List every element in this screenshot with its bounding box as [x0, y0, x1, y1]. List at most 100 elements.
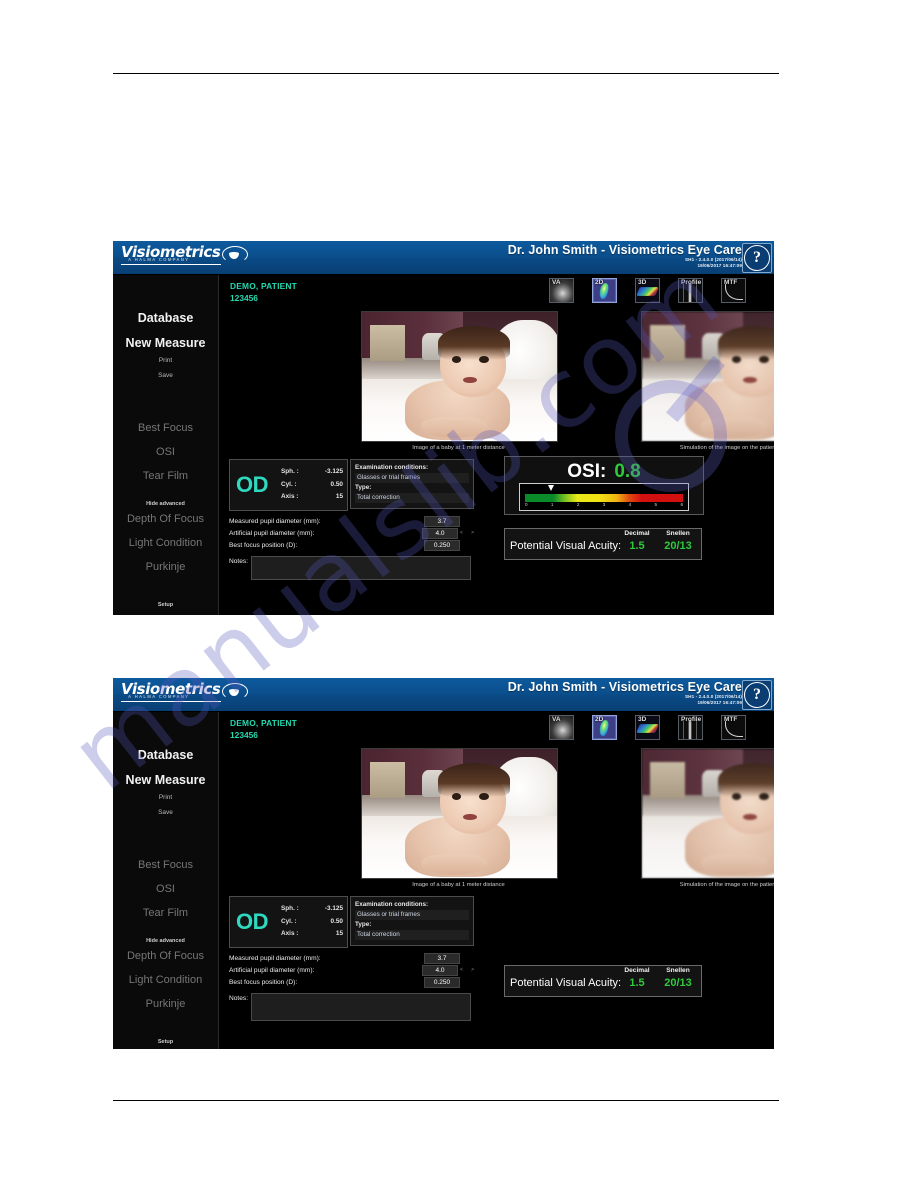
retina-simulation-image	[641, 748, 774, 879]
pva-title: Potential Visual Acuity:	[510, 540, 622, 552]
toolbar-button-3d[interactable]: 3D	[635, 278, 660, 303]
sidebar-item-database[interactable]: Database	[113, 748, 218, 762]
stepper-increase-icon[interactable]: >	[471, 967, 474, 973]
measured-pupil-row: Measured pupil diameter (mm): 3.7	[229, 515, 474, 527]
toolbar-button-va[interactable]: VA	[549, 278, 574, 303]
sidebar-item-purkinje[interactable]: Purkinje	[113, 998, 218, 1010]
sidebar-item-save[interactable]: Save	[113, 372, 218, 379]
mtf-curve-icon	[725, 284, 743, 300]
main-panel: DEMO, PATIENT 123456 VA 2D 3D Profile MT…	[219, 712, 774, 1049]
potential-visual-acuity-panel: Decimal Snellen Potential Visual Acuity:…	[504, 965, 702, 997]
sidebar-item-hide-advanced[interactable]: Hide advanced	[113, 938, 218, 944]
sidebar-item-save[interactable]: Save	[113, 809, 218, 816]
osi-tick: 1	[550, 502, 554, 507]
artificial-pupil-value[interactable]: 4.0	[422, 527, 458, 539]
sidebar-item-new-measure[interactable]: New Measure	[113, 773, 218, 787]
measured-pupil-value: 3.7	[424, 515, 460, 527]
exam-type-value: Total correction	[355, 930, 469, 940]
refraction-values: Sph. : -3.125 Cyl. : 0.50 Axis : 15	[281, 903, 343, 941]
sidebar-item-database[interactable]: Database	[113, 311, 218, 325]
osi-label: OSI:	[567, 461, 607, 482]
twod-label: 2D	[595, 279, 604, 286]
sidebar-item-setup[interactable]: Setup	[113, 602, 218, 608]
question-mark-icon: ?	[744, 682, 770, 708]
retina-simulation-caption: Simulation of the image on the patient's…	[679, 445, 774, 451]
question-mark-icon: ?	[744, 245, 770, 271]
pva-decimal-value: 1.5	[629, 540, 645, 552]
notes-area: Notes:	[229, 993, 472, 1021]
toolbar-button-profile[interactable]: Profile	[678, 715, 703, 740]
axis-value: 15	[335, 493, 343, 500]
toolbar-button-3d[interactable]: 3D	[635, 715, 660, 740]
toolbar-button-profile[interactable]: Profile	[678, 278, 703, 303]
toolbar-button-2d[interactable]: 2D	[592, 278, 617, 303]
patient-header: DEMO, PATIENT 123456	[230, 718, 297, 741]
osi-color-bar	[525, 494, 683, 502]
sidebar-item-print[interactable]: Print	[113, 357, 218, 364]
notes-input[interactable]	[251, 993, 472, 1021]
logo-underline	[121, 701, 221, 702]
eye-refraction-panel: OD Sph. : -3.125 Cyl. : 0.50 Axis : 15	[229, 459, 348, 511]
help-button[interactable]: ?	[742, 680, 772, 710]
sidebar-item-best-focus[interactable]: Best Focus	[113, 422, 218, 434]
stepper-decrease-icon[interactable]: <	[460, 967, 463, 973]
refraction-row: Axis : 15	[281, 491, 343, 504]
artificial-pupil-value[interactable]: 4.0	[422, 964, 458, 976]
sidebar-item-light-condition[interactable]: Light Condition	[113, 537, 218, 549]
stepper-decrease-icon[interactable]: <	[460, 530, 463, 536]
logo-tagline: A HALMA COMPANY	[128, 694, 190, 699]
eye-refraction-panel: OD Sph. : -3.125 Cyl. : 0.50 Axis : 15	[229, 896, 348, 948]
sidebar-item-best-focus[interactable]: Best Focus	[113, 859, 218, 871]
sidebar-item-osi[interactable]: OSI	[113, 446, 218, 458]
sidebar-item-tear-film[interactable]: Tear Film	[113, 907, 218, 919]
stepper-increase-icon[interactable]: >	[471, 530, 474, 536]
screenshot-two: Visiometrics A HALMA COMPANY Dr. John Sm…	[113, 678, 774, 1049]
sidebar-item-print[interactable]: Print	[113, 794, 218, 801]
sidebar-item-setup[interactable]: Setup	[113, 1039, 218, 1045]
sidebar-item-tear-film[interactable]: Tear Film	[113, 470, 218, 482]
best-focus-label: Best focus position (D):	[229, 541, 298, 549]
cylinder-value: 0.50	[330, 480, 343, 488]
osi-tick: 4	[628, 502, 632, 507]
osi-marker-icon	[548, 485, 554, 491]
examination-conditions-panel: Examination conditions: Glasses or trial…	[350, 459, 474, 509]
sidebar-item-new-measure[interactable]: New Measure	[113, 336, 218, 350]
osi-tick: 5	[654, 502, 658, 507]
sidebar-item-light-condition[interactable]: Light Condition	[113, 974, 218, 986]
pva-title: Potential Visual Acuity:	[510, 977, 622, 989]
refraction-row: Sph. : -3.125	[281, 466, 343, 479]
sidebar-item-depth-of-focus[interactable]: Depth Of Focus	[113, 950, 218, 962]
axis-label: Axis :	[281, 493, 299, 500]
toolbar-button-mtf[interactable]: MTF	[721, 278, 746, 303]
sidebar-item-osi[interactable]: OSI	[113, 883, 218, 895]
osi-tick: 3	[602, 502, 606, 507]
sidebar-item-purkinje[interactable]: Purkinje	[113, 561, 218, 573]
artificial-pupil-label: Artificial pupil diameter (mm):	[229, 966, 315, 974]
sidebar-item-depth-of-focus[interactable]: Depth Of Focus	[113, 513, 218, 525]
cylinder-label: Cyl. :	[281, 917, 297, 925]
exam-conditions-heading: Examination conditions:	[355, 901, 429, 908]
patient-name: DEMO, PATIENT	[230, 281, 297, 291]
sidebar-item-hide-advanced[interactable]: Hide advanced	[113, 501, 218, 507]
artificial-pupil-row: Artificial pupil diameter (mm): 4.0 < >	[229, 964, 474, 976]
patient-header: DEMO, PATIENT 123456	[230, 281, 297, 304]
baby-photo-original	[362, 749, 557, 878]
measurement-rows: Measured pupil diameter (mm): 3.7 Artifi…	[229, 515, 474, 551]
toolbar-button-va[interactable]: VA	[549, 715, 574, 740]
notes-area: Notes:	[229, 556, 472, 580]
mtf-curve-icon	[725, 721, 743, 737]
toolbar-button-mtf[interactable]: MTF	[721, 715, 746, 740]
artificial-pupil-row: Artificial pupil diameter (mm): 4.0 < >	[229, 527, 474, 539]
artificial-pupil-stepper[interactable]: < >	[458, 967, 474, 973]
notes-input[interactable]	[251, 556, 472, 580]
artificial-pupil-stepper[interactable]: < >	[458, 530, 474, 536]
refraction-row: Axis : 15	[281, 928, 343, 941]
exam-conditions-value: Glasses or trial frames	[355, 910, 469, 920]
toolbar-button-2d[interactable]: 2D	[592, 715, 617, 740]
refraction-row: Cyl. : 0.50	[281, 916, 343, 929]
notes-label: Notes:	[229, 995, 249, 1002]
best-focus-value: 0.250	[424, 976, 460, 988]
pva-snellen-header: Snellen	[666, 530, 690, 537]
help-button[interactable]: ?	[742, 243, 772, 273]
source-image-caption: Image of a baby at 1 meter distance	[412, 445, 505, 451]
